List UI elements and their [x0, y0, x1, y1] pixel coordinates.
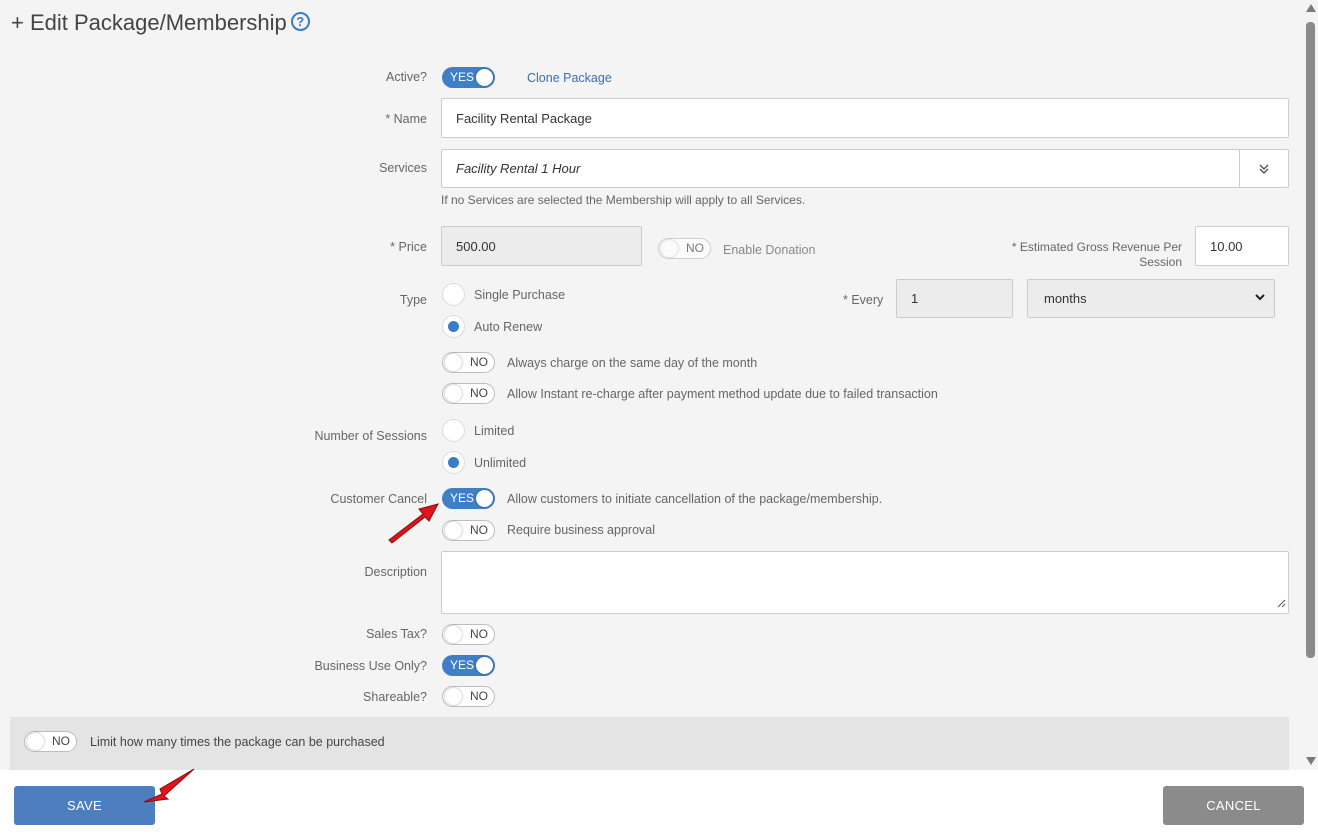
shareable-label: Shareable?: [363, 690, 427, 704]
cancel-button[interactable]: CANCEL: [1163, 786, 1304, 825]
toggle-knob: [445, 354, 462, 371]
gross-revenue-label-line1: * Estimated Gross Revenue Per: [1011, 240, 1182, 254]
limited-label: Limited: [474, 424, 515, 438]
business-approval-toggle-text: NO: [470, 523, 488, 537]
price-label: * Price: [390, 240, 427, 254]
unlimited-label: Unlimited: [474, 456, 527, 470]
active-toggle-text: YES: [450, 70, 475, 84]
double-chevron-down-icon[interactable]: [1239, 150, 1288, 187]
toggle-knob: [476, 69, 493, 86]
business-approval-text: Require business approval: [507, 523, 656, 537]
services-select[interactable]: Facility Rental 1 Hour: [441, 149, 1289, 188]
type-label: Type: [399, 293, 427, 307]
name-input-value: Facility Rental Package: [456, 110, 592, 126]
radio-limited[interactable]: [442, 419, 465, 442]
every-unit-select[interactable]: months: [1027, 279, 1275, 318]
active-toggle[interactable]: YES: [442, 67, 495, 88]
active-label: Active?: [386, 70, 427, 84]
sales-tax-toggle[interactable]: NO: [442, 624, 495, 645]
page-title: + Edit Package/Membership ?: [11, 10, 310, 36]
limit-purchases-label: Limit how many times the package can be …: [90, 735, 385, 749]
services-hint: If no Services are selected the Membersh…: [441, 193, 806, 207]
business-use-label: Business Use Only?: [314, 659, 427, 673]
radio-unlimited[interactable]: [442, 451, 465, 474]
sessions-label: Number of Sessions: [314, 429, 427, 443]
name-label: * Name: [385, 112, 427, 126]
scrollbar-thumb[interactable]: [1306, 22, 1315, 658]
description-textarea[interactable]: [441, 551, 1289, 614]
donation-toggle[interactable]: NO: [658, 238, 711, 259]
gross-revenue-label: * Estimated Gross Revenue Per Session: [1006, 240, 1182, 270]
gross-revenue-input[interactable]: 10.00: [1195, 226, 1289, 266]
services-selected-value: Facility Rental 1 Hour: [456, 161, 581, 176]
sales-tax-toggle-text: NO: [470, 627, 488, 641]
every-label: * Every: [843, 293, 884, 307]
toggle-knob: [445, 626, 462, 643]
toggle-knob: [445, 385, 462, 402]
limit-purchases-toggle[interactable]: NO: [24, 731, 77, 752]
price-input-value: 500.00: [456, 238, 496, 254]
radio-auto-renew[interactable]: [442, 315, 465, 338]
instant-recharge-label: Allow Instant re-charge after payment me…: [507, 387, 938, 401]
toggle-knob: [27, 733, 44, 750]
customer-cancel-toggle[interactable]: YES: [442, 488, 495, 509]
every-unit-value: months: [1044, 291, 1087, 306]
annotation-arrow-icon: [388, 503, 439, 544]
name-input[interactable]: Facility Rental Package: [441, 98, 1289, 138]
business-use-toggle[interactable]: YES: [442, 655, 495, 676]
same-day-toggle-text: NO: [470, 355, 488, 369]
scroll-up-icon[interactable]: [1306, 4, 1316, 14]
instant-recharge-toggle-text: NO: [470, 386, 488, 400]
toggle-knob: [445, 688, 462, 705]
radio-single-purchase[interactable]: [442, 283, 465, 306]
clone-package-link[interactable]: Clone Package: [527, 71, 612, 85]
every-input-value: 1: [911, 291, 919, 306]
gross-revenue-label-line2: Session: [1139, 255, 1182, 269]
toggle-knob: [476, 657, 493, 674]
annotation-arrow-icon: [143, 768, 195, 803]
business-use-toggle-text: YES: [450, 658, 475, 672]
scroll-down-icon[interactable]: [1306, 757, 1316, 767]
help-icon[interactable]: ?: [290, 11, 310, 31]
customer-cancel-text: Allow customers to initiate cancellation…: [507, 492, 883, 506]
donation-toggle-text: NO: [686, 241, 704, 255]
price-input[interactable]: 500.00: [441, 226, 642, 266]
donation-label: Enable Donation: [723, 243, 816, 257]
save-button[interactable]: SAVE: [14, 786, 155, 825]
services-label: Services: [379, 161, 427, 175]
customer-cancel-toggle-text: YES: [450, 491, 475, 505]
same-day-toggle[interactable]: NO: [442, 352, 495, 373]
business-approval-toggle[interactable]: NO: [442, 520, 495, 541]
resize-handle-icon[interactable]: [1277, 596, 1286, 611]
every-input[interactable]: 1: [896, 279, 1013, 318]
auto-renew-label: Auto Renew: [474, 320, 543, 334]
same-day-label: Always charge on the same day of the mon…: [507, 356, 758, 370]
description-label: Description: [364, 565, 427, 579]
shareable-toggle[interactable]: NO: [442, 686, 495, 707]
toggle-knob: [661, 240, 678, 257]
instant-recharge-toggle[interactable]: NO: [442, 383, 495, 404]
toggle-knob: [445, 522, 462, 539]
single-purchase-label: Single Purchase: [474, 288, 566, 302]
limit-purchases-toggle-text: NO: [52, 734, 70, 748]
gross-revenue-input-value: 10.00: [1210, 238, 1243, 254]
sales-tax-label: Sales Tax?: [366, 627, 427, 641]
chevron-down-icon: [1254, 290, 1266, 307]
toggle-knob: [476, 490, 493, 507]
limit-purchases-panel: NO Limit how many times the package can …: [10, 717, 1289, 770]
page-title-text: + Edit Package/Membership: [11, 10, 287, 35]
shareable-toggle-text: NO: [470, 689, 488, 703]
